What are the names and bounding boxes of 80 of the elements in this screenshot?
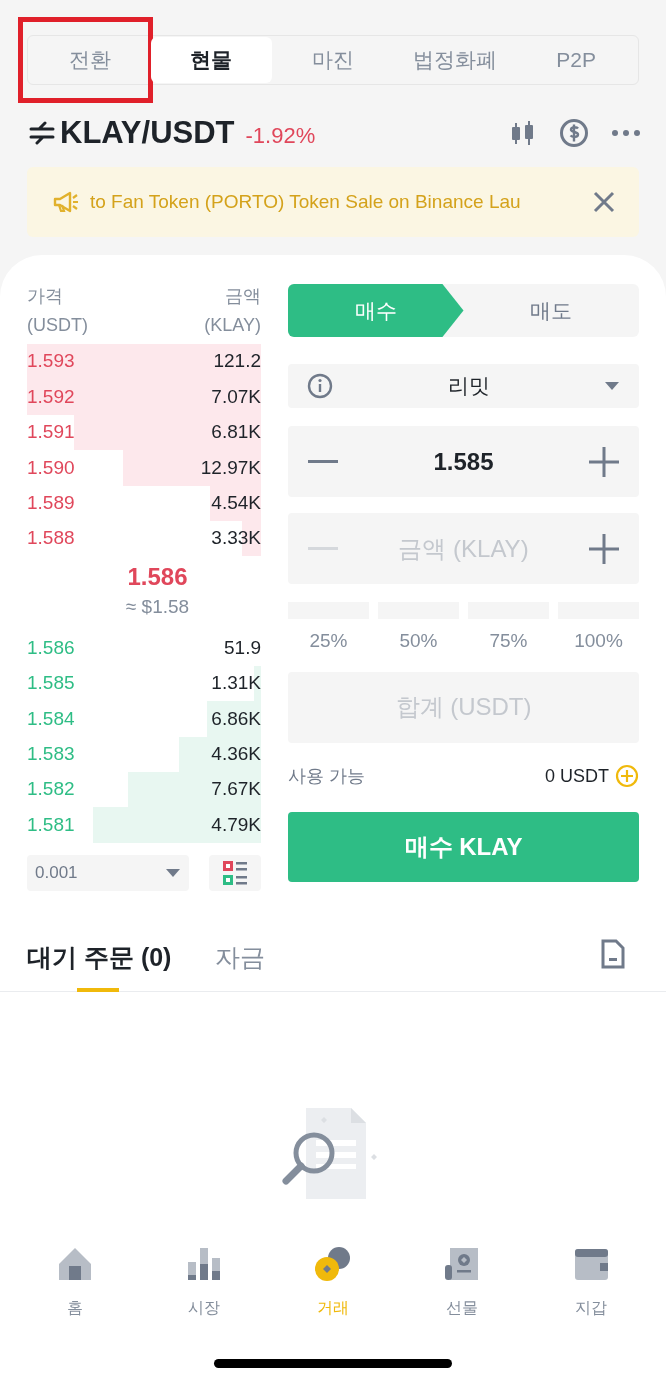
percent-option[interactable]: 50%: [399, 627, 438, 656]
price-cell[interactable]: 1.591: [27, 418, 75, 447]
amount-cell[interactable]: 6.86K: [211, 704, 261, 734]
column-unit: (USDT): [27, 314, 88, 337]
order-type-dropdown[interactable]: 리밋: [288, 364, 639, 408]
info-icon: [307, 373, 333, 399]
nav-item[interactable]: 거래: [292, 1246, 373, 1320]
amount-cell[interactable]: 121.2: [213, 347, 261, 376]
plus-icon[interactable]: [589, 533, 619, 564]
price-cell[interactable]: 1.589: [27, 489, 75, 518]
price-value: 1.585: [432, 446, 495, 477]
dollar-icon[interactable]: [559, 118, 589, 148]
amount-cell[interactable]: 6.81K: [211, 418, 261, 447]
swap-icon: [27, 121, 57, 145]
nav-item[interactable]: 선물: [422, 1246, 503, 1320]
price-cell[interactable]: 1.588: [27, 524, 75, 553]
close-icon[interactable]: [593, 191, 615, 213]
price-cell[interactable]: 1.583: [27, 739, 75, 769]
tab-underline: [77, 987, 119, 992]
market-tab[interactable]: P2P: [515, 37, 637, 83]
price-cell[interactable]: 1.590: [27, 453, 75, 483]
price-cell[interactable]: 1.584: [27, 704, 75, 734]
available-label: 사용 가능: [288, 764, 365, 788]
market-tab[interactable]: 전환: [29, 37, 151, 83]
announcement-text[interactable]: to Fan Token (PORTO) Token Sale on Binance Lau: [90, 187, 593, 217]
amount-cell[interactable]: 51.9: [224, 633, 261, 663]
document-icon[interactable]: [601, 938, 625, 969]
price-change: -1.92%: [245, 121, 316, 150]
amount-cell[interactable]: 4.36K: [211, 739, 261, 769]
price-cell[interactable]: 1.592: [27, 382, 75, 412]
nav-item[interactable]: 시장: [163, 1246, 244, 1320]
percent-option[interactable]: 100%: [574, 627, 623, 656]
available-value: 0 USDT: [545, 764, 609, 788]
price-cell[interactable]: 1.582: [27, 775, 75, 804]
amount-cell[interactable]: 1.31K: [211, 669, 261, 698]
price-cell[interactable]: 1.586: [27, 633, 75, 663]
price-cell[interactable]: 1.593: [27, 347, 75, 376]
column-header: 가격: [27, 285, 64, 308]
amount-cell[interactable]: 7.67K: [211, 775, 261, 804]
plus-icon[interactable]: [589, 446, 619, 477]
last-price: 1.586: [127, 562, 188, 593]
nav-label: 홈: [66, 1298, 83, 1318]
nav-item[interactable]: 홈: [34, 1246, 115, 1320]
nav-label: 지갑: [575, 1298, 608, 1318]
caret-icon: [604, 381, 620, 391]
amount-cell[interactable]: 12.97K: [200, 453, 261, 483]
precision-dropdown[interactable]: 0.001: [27, 854, 189, 891]
nav-label: 거래: [316, 1298, 349, 1318]
order-type-label: 리밋: [446, 373, 491, 400]
orders-tab[interactable]: 대기 주문 (0): [27, 939, 172, 991]
price-cell[interactable]: 1.581: [27, 810, 75, 840]
amount-cell[interactable]: 4.79K: [211, 810, 261, 840]
amount-cell[interactable]: 3.33K: [211, 524, 261, 553]
pair-symbol[interactable]: KLAY/USDT: [60, 109, 235, 157]
percent-option[interactable]: 25%: [309, 627, 348, 656]
coins-icon: [312, 1246, 353, 1282]
caret-icon: [165, 867, 181, 878]
market-tab[interactable]: 법정화폐: [393, 37, 516, 83]
amount-cell[interactable]: 7.07K: [211, 382, 261, 412]
market-tab[interactable]: 현물: [150, 37, 273, 83]
more-icon[interactable]: [611, 129, 641, 137]
last-price-usd: ≈ $1.58: [125, 595, 190, 620]
side-tab[interactable]: 매수: [288, 284, 464, 337]
layout-toggle[interactable]: [209, 854, 261, 891]
minus-icon[interactable]: [308, 459, 338, 464]
nav-label: 시장: [187, 1298, 220, 1318]
nav-item[interactable]: 지갑: [551, 1246, 632, 1320]
market-tab[interactable]: 마진: [272, 37, 394, 83]
percent-option[interactable]: 75%: [489, 627, 528, 656]
column-header: 금액: [225, 285, 261, 308]
amount-cell[interactable]: 4.54K: [211, 489, 261, 518]
orders-tab[interactable]: 자금: [215, 939, 266, 991]
price-stepper[interactable]: 1.585: [288, 426, 639, 497]
price-cell[interactable]: 1.585: [27, 669, 75, 698]
order-book-layout-icon: [222, 859, 248, 886]
buy-button[interactable]: 매수 KLAY: [288, 811, 639, 882]
column-unit: (KLAY): [204, 314, 261, 337]
side-tab[interactable]: 매도: [463, 284, 639, 337]
precision-value: 0.001: [35, 861, 78, 884]
nav-label: 선물: [446, 1298, 479, 1318]
